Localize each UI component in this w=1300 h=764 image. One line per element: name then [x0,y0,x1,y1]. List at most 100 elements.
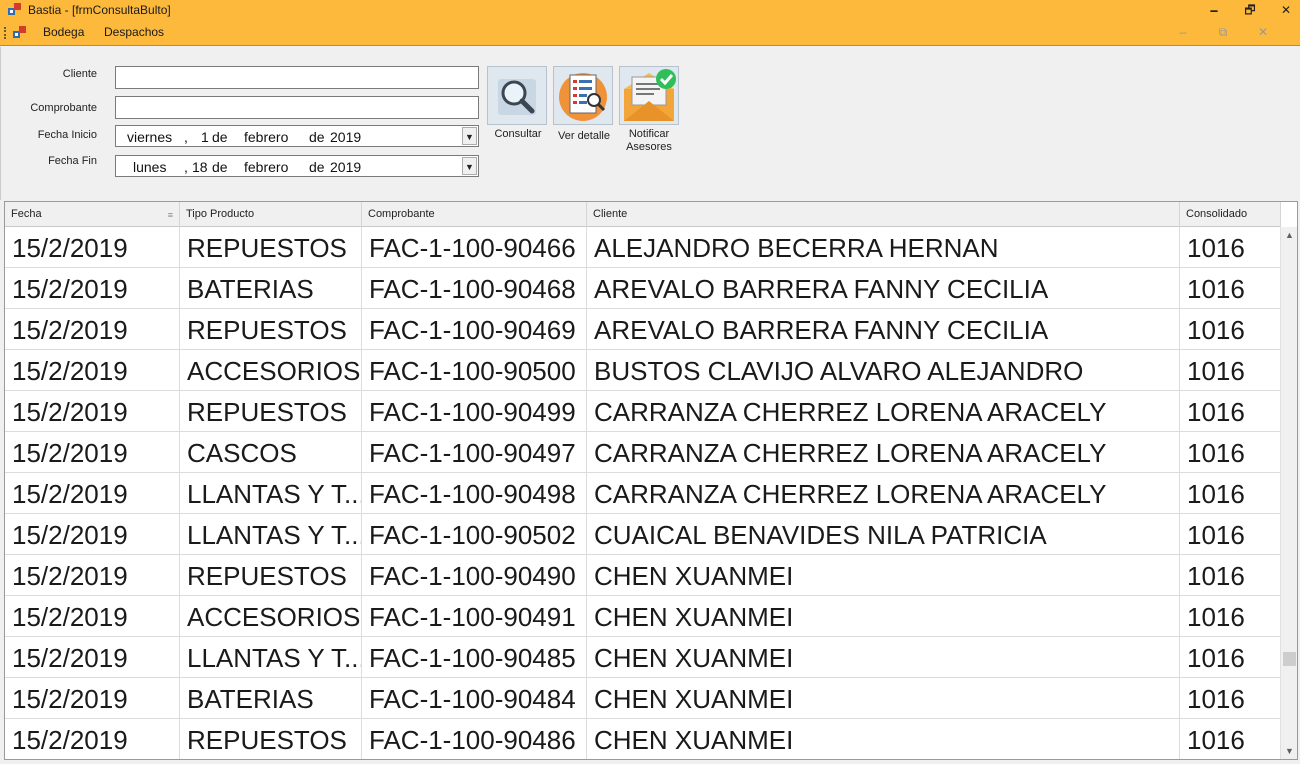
cell-comprobante[interactable]: FAC-1-100-90469 [362,309,587,350]
table-row[interactable]: 15/2/2019 REPUESTOS FAC-1-100-90490 CHEN XU… [5,555,1281,596]
cell-comprobante[interactable]: FAC-1-100-90486 [362,719,587,759]
consultar-button[interactable] [487,66,547,125]
fecha-inicio-dropdown-icon[interactable]: ▼ [462,127,477,145]
menu-despachos[interactable]: Despachos [104,25,164,39]
cell-cliente[interactable]: AREVALO BARRERA FANNY CECILIA [587,309,1180,350]
cell-comprobante[interactable]: FAC-1-100-90484 [362,678,587,719]
vertical-scrollbar[interactable]: ▲ ▼ [1280,227,1297,759]
cell-tipo-producto[interactable]: ACCESORIOS [180,596,362,637]
cell-tipo-producto[interactable]: CASCOS [180,432,362,473]
scroll-thumb[interactable] [1283,652,1296,666]
cell-consolidado[interactable]: 1016 [1180,596,1281,637]
cell-consolidado[interactable]: 1016 [1180,473,1281,514]
table-row[interactable]: 15/2/2019 BATERIAS FAC-1-100-90468 AREVALO … [5,268,1281,309]
cell-cliente[interactable]: CUAICAL BENAVIDES NILA PATRICIA [587,514,1180,555]
cell-comprobante[interactable]: FAC-1-100-90468 [362,268,587,309]
table-row[interactable]: 15/2/2019 LLANTAS Y T... FAC-1-100-90502 CU… [5,514,1281,555]
fecha-fin-dropdown-icon[interactable]: ▼ [462,157,477,175]
cell-tipo-producto[interactable]: LLANTAS Y T... [180,473,362,514]
table-row[interactable]: 15/2/2019 BATERIAS FAC-1-100-90484 CHEN XUA… [5,678,1281,719]
table-row[interactable]: 15/2/2019 LLANTAS Y T... FAC-1-100-90485 CH… [5,637,1281,678]
cell-fecha[interactable]: 15/2/2019 [5,432,180,473]
table-row[interactable]: 15/2/2019 LLANTAS Y T... FAC-1-100-90498 CA… [5,473,1281,514]
toolstrip-grip[interactable] [4,27,7,39]
restore-button[interactable]: 🗗 [1232,0,1268,20]
mdi-minimize-button[interactable]: – [1171,25,1195,39]
cell-comprobante[interactable]: FAC-1-100-90491 [362,596,587,637]
col-header-tipo-producto[interactable]: Tipo Producto [180,202,362,227]
cell-cliente[interactable]: CARRANZA CHERREZ LORENA ARACELY [587,391,1180,432]
cell-consolidado[interactable]: 1016 [1180,432,1281,473]
cell-cliente[interactable]: CARRANZA CHERREZ LORENA ARACELY [587,432,1180,473]
cell-fecha[interactable]: 15/2/2019 [5,514,180,555]
cell-cliente[interactable]: CHEN XUANMEI [587,555,1180,596]
cell-cliente[interactable]: ALEJANDRO BECERRA HERNAN [587,227,1180,268]
cell-tipo-producto[interactable]: BATERIAS [180,268,362,309]
cell-fecha[interactable]: 15/2/2019 [5,678,180,719]
cell-cliente[interactable]: CHEN XUANMEI [587,678,1180,719]
cell-consolidado[interactable]: 1016 [1180,555,1281,596]
cell-consolidado[interactable]: 1016 [1180,391,1281,432]
cliente-input[interactable] [115,66,479,89]
ver-detalle-button[interactable] [553,66,613,125]
comprobante-input[interactable] [115,96,479,119]
table-row[interactable]: 15/2/2019 REPUESTOS FAC-1-100-90469 AREVALO… [5,309,1281,350]
cell-fecha[interactable]: 15/2/2019 [5,227,180,268]
results-grid[interactable]: Fecha ≡ Tipo Producto Comprobante Client… [4,201,1298,760]
cell-comprobante[interactable]: FAC-1-100-90466 [362,227,587,268]
cell-cliente[interactable]: CHEN XUANMEI [587,596,1180,637]
cell-fecha[interactable]: 15/2/2019 [5,350,180,391]
cell-fecha[interactable]: 15/2/2019 [5,309,180,350]
cell-cliente[interactable]: CHEN XUANMEI [587,719,1180,759]
cell-tipo-producto[interactable]: ACCESORIOS [180,350,362,391]
cell-fecha[interactable]: 15/2/2019 [5,473,180,514]
col-header-comprobante[interactable]: Comprobante [362,202,587,227]
notificar-asesores-button[interactable] [619,66,679,125]
cell-fecha[interactable]: 15/2/2019 [5,719,180,759]
cell-comprobante[interactable]: FAC-1-100-90490 [362,555,587,596]
table-row[interactable]: 15/2/2019 REPUESTOS FAC-1-100-90486 CHEN XU… [5,719,1281,759]
table-row[interactable]: 15/2/2019 ACCESORIOS FAC-1-100-90500 BUSTOS… [5,350,1281,391]
table-row[interactable]: 15/2/2019 CASCOS FAC-1-100-90497 CARRANZA C… [5,432,1281,473]
cell-tipo-producto[interactable]: REPUESTOS [180,227,362,268]
col-header-cliente[interactable]: Cliente [587,202,1180,227]
cell-consolidado[interactable]: 1016 [1180,719,1281,759]
col-header-consolidado[interactable]: Consolidado [1180,202,1281,227]
cell-fecha[interactable]: 15/2/2019 [5,596,180,637]
cell-tipo-producto[interactable]: REPUESTOS [180,719,362,759]
scroll-up-icon[interactable]: ▲ [1281,227,1297,244]
mdi-restore-button[interactable]: ⧉ [1211,25,1235,40]
cell-tipo-producto[interactable]: REPUESTOS [180,555,362,596]
cell-tipo-producto[interactable]: REPUESTOS [180,391,362,432]
table-row[interactable]: 15/2/2019 REPUESTOS FAC-1-100-90499 CARRANZ… [5,391,1281,432]
cell-consolidado[interactable]: 1016 [1180,678,1281,719]
cell-consolidado[interactable]: 1016 [1180,309,1281,350]
table-row[interactable]: 15/2/2019 ACCESORIOS FAC-1-100-90491 CHEN X… [5,596,1281,637]
cell-comprobante[interactable]: FAC-1-100-90499 [362,391,587,432]
cell-tipo-producto[interactable]: REPUESTOS [180,309,362,350]
cell-cliente[interactable]: CHEN XUANMEI [587,637,1180,678]
cell-consolidado[interactable]: 1016 [1180,637,1281,678]
cell-tipo-producto[interactable]: BATERIAS [180,678,362,719]
cell-cliente[interactable]: BUSTOS CLAVIJO ALVARO ALEJANDRO [587,350,1180,391]
scroll-down-icon[interactable]: ▼ [1281,743,1297,759]
menu-bodega[interactable]: Bodega [43,25,84,39]
cell-tipo-producto[interactable]: LLANTAS Y T... [180,637,362,678]
cell-cliente[interactable]: AREVALO BARRERA FANNY CECILIA [587,268,1180,309]
cell-comprobante[interactable]: FAC-1-100-90497 [362,432,587,473]
cell-consolidado[interactable]: 1016 [1180,268,1281,309]
mdi-close-button[interactable]: ✕ [1251,25,1275,39]
close-button[interactable]: ✕ [1268,0,1300,20]
col-header-fecha[interactable]: Fecha ≡ [5,202,180,227]
cell-fecha[interactable]: 15/2/2019 [5,555,180,596]
cell-comprobante[interactable]: FAC-1-100-90502 [362,514,587,555]
fecha-fin-picker[interactable]: lunes , 18 de febrero de 2019 ▼ [115,155,479,177]
cell-tipo-producto[interactable]: LLANTAS Y T... [180,514,362,555]
cell-fecha[interactable]: 15/2/2019 [5,391,180,432]
cell-fecha[interactable]: 15/2/2019 [5,637,180,678]
fecha-inicio-picker[interactable]: viernes , 1 de febrero de 2019 ▼ [115,125,479,147]
table-row[interactable]: 15/2/2019 REPUESTOS FAC-1-100-90466 ALEJAND… [5,227,1281,268]
cell-consolidado[interactable]: 1016 [1180,514,1281,555]
cell-fecha[interactable]: 15/2/2019 [5,268,180,309]
cell-comprobante[interactable]: FAC-1-100-90500 [362,350,587,391]
